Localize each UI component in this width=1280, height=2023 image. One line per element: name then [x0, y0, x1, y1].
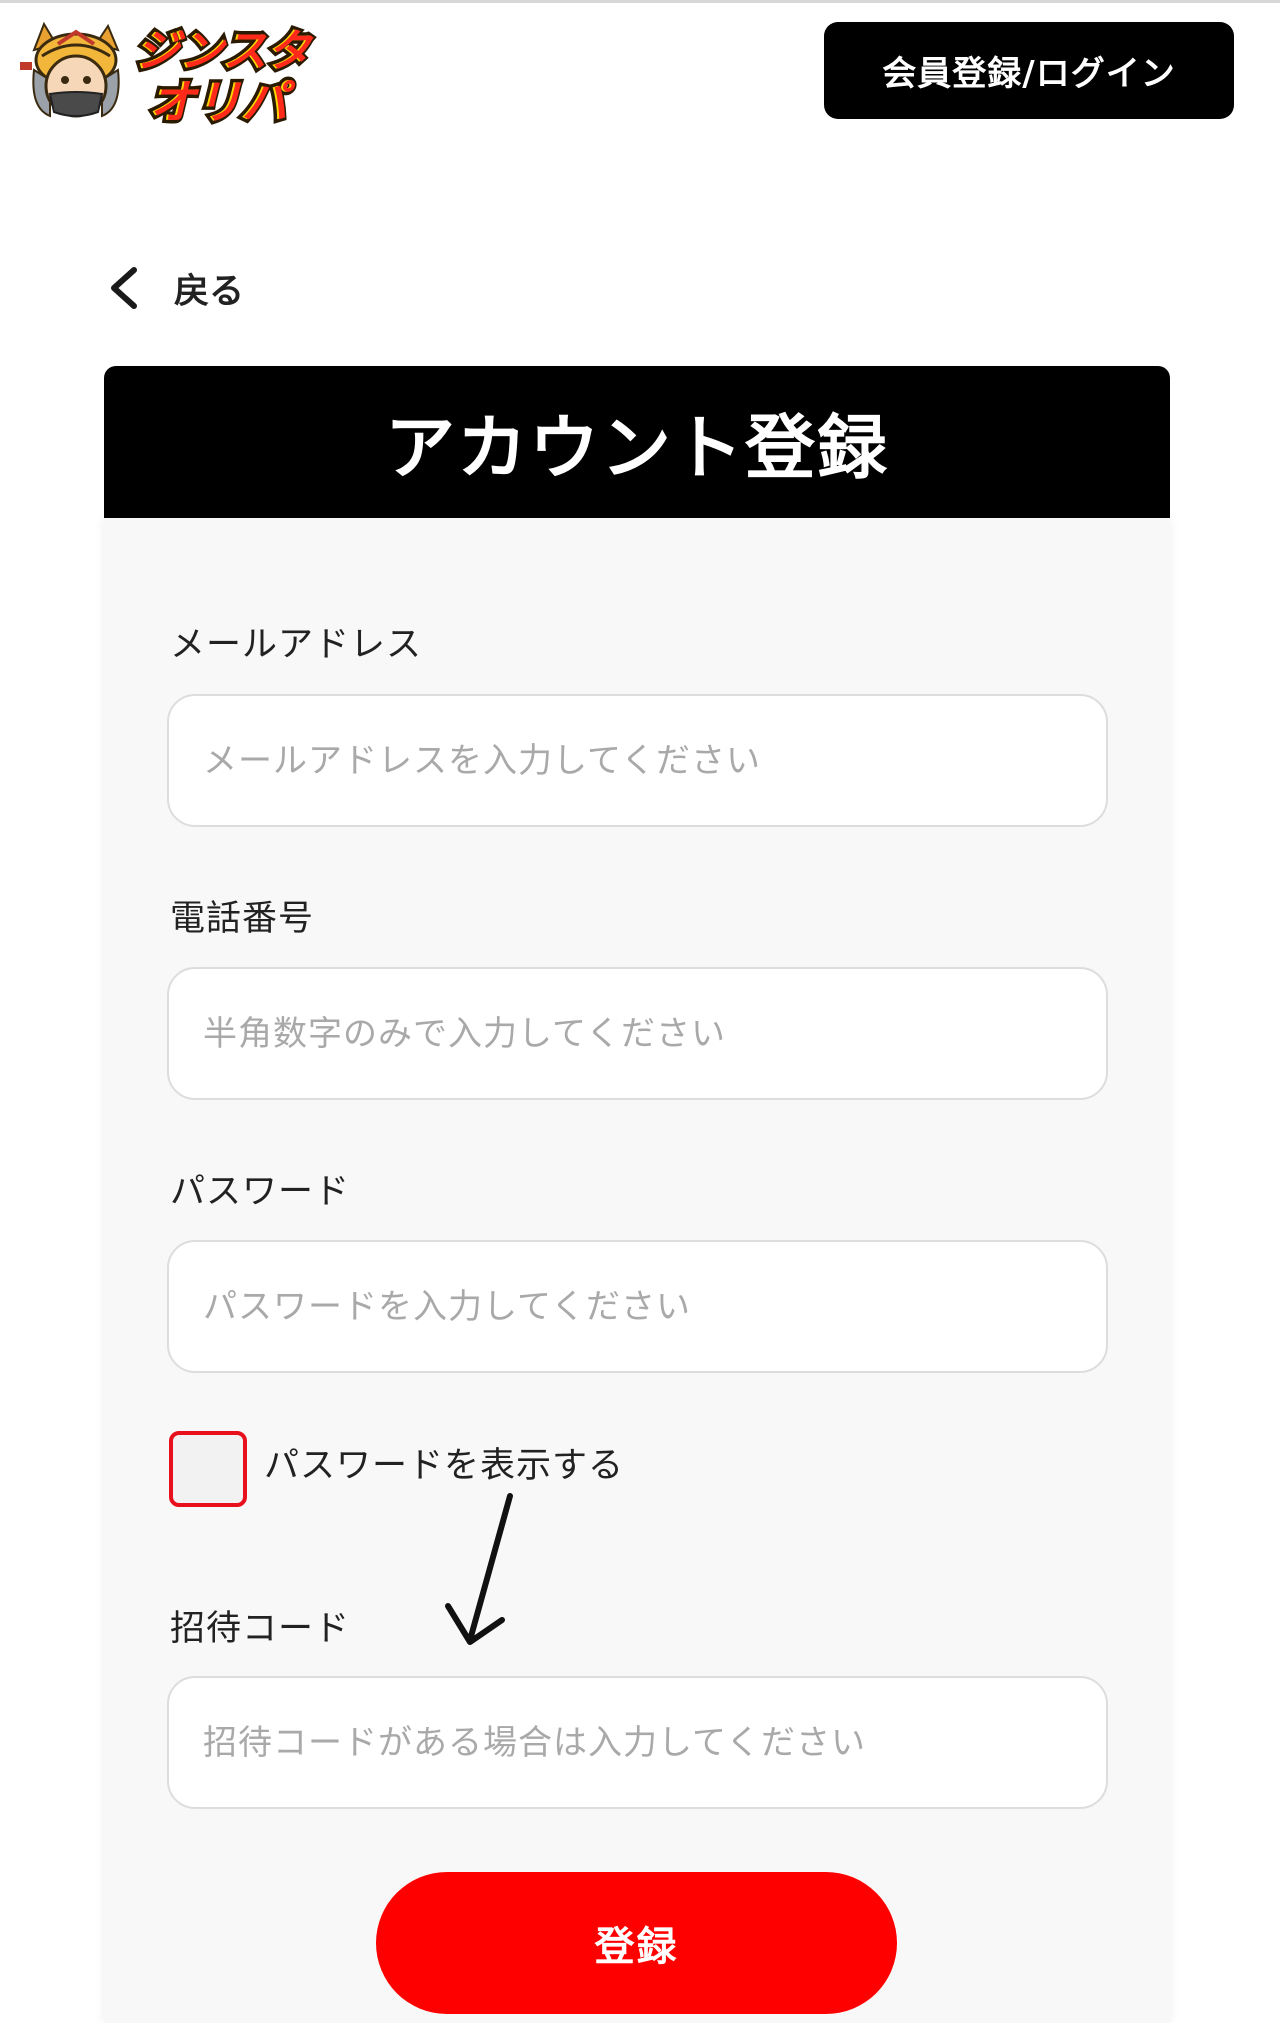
logo-wordmark: ジンスタ ジンスタ オリパ オリパ — [131, 23, 316, 127]
top-divider — [0, 0, 1280, 3]
invite-code-input[interactable] — [167, 1676, 1108, 1809]
register-login-button[interactable]: 会員登録/ログイン — [824, 22, 1234, 119]
register-submit-button[interactable]: 登録 — [376, 1872, 897, 2014]
svg-text:ジンスタ: ジンスタ — [136, 26, 314, 77]
password-input[interactable] — [167, 1240, 1108, 1373]
email-label: メールアドレス — [170, 625, 423, 665]
svg-text:オリパ: オリパ — [150, 75, 296, 126]
password-label: パスワード — [170, 1172, 351, 1212]
site-logo[interactable]: ジンスタ ジンスタ オリパ オリパ — [20, 14, 325, 126]
phone-label: 電話番号 — [170, 899, 315, 939]
account-registration-page: ジンスタ ジンスタ オリパ オリパ 会員登録/ログイン 戻る アカウント登録 メ… — [0, 0, 1280, 2023]
form-title: アカウント登録 — [104, 366, 1170, 518]
show-password-label[interactable]: パスワードを表示する — [264, 1437, 624, 1488]
back-label: 戻る — [174, 271, 245, 312]
show-password-checkbox[interactable] — [169, 1431, 247, 1507]
phone-input[interactable] — [167, 967, 1108, 1100]
back-link[interactable]: 戻る — [104, 258, 244, 318]
chevron-left-icon — [111, 267, 137, 309]
arrow-down-icon — [445, 1493, 513, 1645]
invite-code-label: 招待コード — [170, 1609, 351, 1649]
mascot-logo-icon — [20, 21, 120, 118]
email-input[interactable] — [167, 694, 1108, 827]
